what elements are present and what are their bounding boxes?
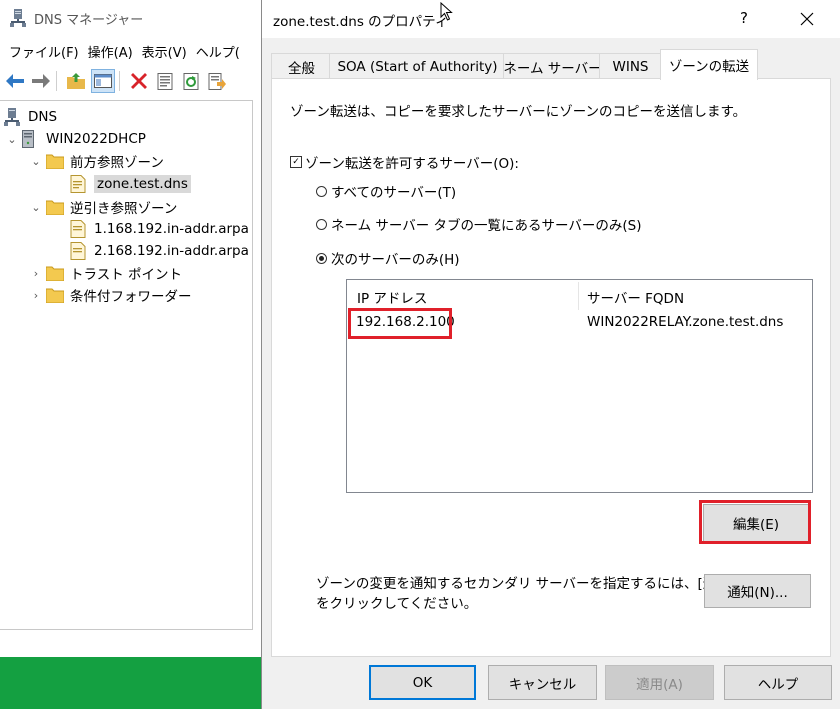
zone-file-icon — [70, 242, 88, 260]
tree-label-reverse-zones: 逆引き参照ゾーン — [70, 201, 178, 217]
row-server-fqdn: WIN2022RELAY.zone.test.dns — [587, 314, 784, 330]
properties-icon[interactable] — [154, 70, 176, 92]
tree-node-reverse-zone-1[interactable]: 1.168.192.in-addr.arpa — [54, 219, 249, 239]
menu-help[interactable]: ヘルプ( — [187, 40, 240, 62]
server-list[interactable]: IP アドレス サーバー FQDN 192.168.2.100 WIN2022R… — [346, 279, 813, 493]
tree-node-reverse-zones[interactable]: ⌄ 逆引き参照ゾーン — [30, 197, 177, 217]
close-icon — [800, 12, 814, 26]
zone-file-icon — [70, 220, 88, 238]
radio-all-servers[interactable]: すべてのサーバー(T) — [316, 181, 456, 201]
toolbar — [0, 67, 262, 95]
tab-general[interactable]: 全般 — [271, 53, 332, 79]
menu-action[interactable]: 操作(A) — [79, 40, 133, 62]
radio-name-servers-only-label: ネーム サーバー タブの一覧にあるサーバーのみ(S) — [331, 218, 642, 234]
chevron-down-icon[interactable]: ⌄ — [6, 133, 18, 146]
zone-properties-dialog: zone.test.dns のプロパティ ? 全般 SOA (Start of … — [261, 0, 840, 709]
tab-name-servers[interactable]: ネーム サーバー — [503, 53, 602, 79]
dialog-title: zone.test.dns のプロパティ — [273, 14, 449, 30]
tree-label-dns: DNS — [28, 109, 58, 125]
menu-view[interactable]: 表示(V) — [133, 40, 187, 62]
notify-description-line-1: ゾーンの変更を通知するセカンダリ サーバーを指定するには、[通知] — [316, 576, 736, 592]
chevron-right-icon[interactable]: › — [30, 289, 42, 302]
tree-node-reverse-zone-2[interactable]: 2.168.192.in-addr.arpa — [54, 241, 249, 261]
tree-label-reverse-zone-2: 2.168.192.in-addr.arpa — [94, 243, 249, 259]
tree-label-reverse-zone-1: 1.168.192.in-addr.arpa — [94, 221, 249, 237]
help-footer-button[interactable]: ヘルプ — [724, 665, 832, 700]
tree-node-server[interactable]: ⌄ WIN2022DHCP — [6, 129, 146, 149]
dns-manager-window: DNS マネージャー ファイル(F) 操作(A) 表示(V) ヘルプ(DNS … — [0, 0, 262, 709]
console-tree: DNS ⌄ WIN2022DHCP ⌄ 前方参照ゾーン zone.test.dn… — [0, 100, 253, 630]
radio-button-icon — [316, 185, 327, 197]
tree-label-trust-points: トラスト ポイント — [70, 267, 183, 283]
folder-icon — [46, 199, 64, 215]
show-hide-console-tree-icon[interactable] — [91, 69, 115, 93]
tab-zone-transfers[interactable]: ゾーンの転送 — [660, 49, 758, 80]
folder-icon — [46, 265, 64, 281]
radio-following-servers[interactable]: 次のサーバーのみ(H) — [316, 248, 460, 268]
notify-button[interactable]: 通知(N)... — [704, 574, 811, 608]
refresh-icon[interactable] — [180, 70, 202, 92]
column-divider[interactable] — [578, 282, 579, 310]
radio-all-servers-label: すべてのサーバー(T) — [331, 185, 457, 201]
dns-root-icon — [4, 108, 22, 126]
tree-node-dns[interactable]: DNS — [4, 107, 57, 127]
tree-label-conditional-forwarders: 条件付フォワーダー — [70, 289, 192, 305]
tab-wins[interactable]: WINS — [599, 53, 662, 79]
folder-icon — [46, 153, 64, 169]
zone-file-icon — [70, 175, 88, 193]
chevron-right-icon[interactable]: › — [30, 267, 42, 280]
forward-arrow-icon[interactable] — [30, 70, 52, 92]
menu-bar: ファイル(F) 操作(A) 表示(V) ヘルプ( — [0, 40, 262, 62]
allow-transfers-label: ゾーン転送を許可するサーバー(O): — [305, 156, 519, 172]
zone-transfer-description: ゾーン転送は、コピーを要求したサーバーにゾーンのコピーを送信します。 — [290, 104, 747, 120]
chevron-down-icon[interactable]: ⌄ — [30, 201, 42, 214]
toolbar-separator — [56, 71, 57, 91]
dns-manager-title: DNS マネージャー — [34, 12, 144, 28]
tree-node-forward-zones[interactable]: ⌄ 前方参照ゾーン — [30, 151, 164, 171]
dns-manager-titlebar: DNS マネージャー — [0, 0, 262, 36]
red-highlight-box — [348, 308, 452, 339]
apply-button[interactable]: 適用(A) — [605, 665, 714, 700]
mouse-cursor-icon — [440, 1, 454, 26]
checkmark-icon: ✓ — [290, 156, 302, 168]
close-button[interactable] — [793, 6, 821, 32]
radio-button-icon — [316, 218, 327, 230]
export-list-icon[interactable] — [206, 70, 228, 92]
tree-node-zone-test-dns[interactable]: zone.test.dns — [54, 174, 191, 194]
dns-manager-app-icon — [10, 9, 26, 27]
tree-label-server: WIN2022DHCP — [46, 131, 146, 147]
dialog-titlebar[interactable]: zone.test.dns のプロパティ ? — [262, 0, 840, 38]
zone-transfers-page: ゾーン転送は、コピーを要求したサーバーにゾーンのコピーを送信します。 ✓ ゾーン… — [271, 78, 831, 657]
tree-label-zone-test-dns: zone.test.dns — [94, 175, 191, 193]
up-folder-icon[interactable] — [65, 70, 87, 92]
tree-label-forward-zones: 前方参照ゾーン — [70, 155, 164, 171]
cancel-button[interactable]: キャンセル — [488, 665, 597, 700]
folder-icon — [46, 287, 64, 303]
tree-node-conditional-forwarders[interactable]: › 条件付フォワーダー — [30, 285, 192, 305]
help-button[interactable]: ? — [740, 9, 748, 27]
taskbar-strip — [0, 657, 262, 709]
allow-transfers-checkbox[interactable]: ✓ ゾーン転送を許可するサーバー(O): — [290, 152, 519, 172]
toolbar-separator — [119, 71, 120, 91]
radio-following-servers-label: 次のサーバーのみ(H) — [331, 252, 460, 268]
red-highlight-box — [699, 500, 811, 544]
tab-soa[interactable]: SOA (Start of Authority) — [329, 53, 506, 79]
delete-icon[interactable] — [128, 70, 150, 92]
radio-button-selected-icon — [316, 252, 327, 264]
notify-description: ゾーンの変更を通知するセカンダリ サーバーを指定するには、[通知] をクリックし… — [316, 574, 735, 614]
menu-file[interactable]: ファイル(F) — [0, 40, 79, 62]
radio-name-servers-only[interactable]: ネーム サーバー タブの一覧にあるサーバーのみ(S) — [316, 214, 642, 234]
back-arrow-icon[interactable] — [4, 70, 26, 92]
ok-button[interactable]: OK — [369, 665, 476, 700]
chevron-down-icon[interactable]: ⌄ — [30, 155, 42, 168]
column-server-fqdn[interactable]: サーバー FQDN — [587, 280, 684, 313]
tree-node-trust-points[interactable]: › トラスト ポイント — [30, 263, 182, 283]
notify-description-line-2: をクリックしてください。 — [316, 596, 478, 612]
server-icon — [22, 130, 40, 148]
